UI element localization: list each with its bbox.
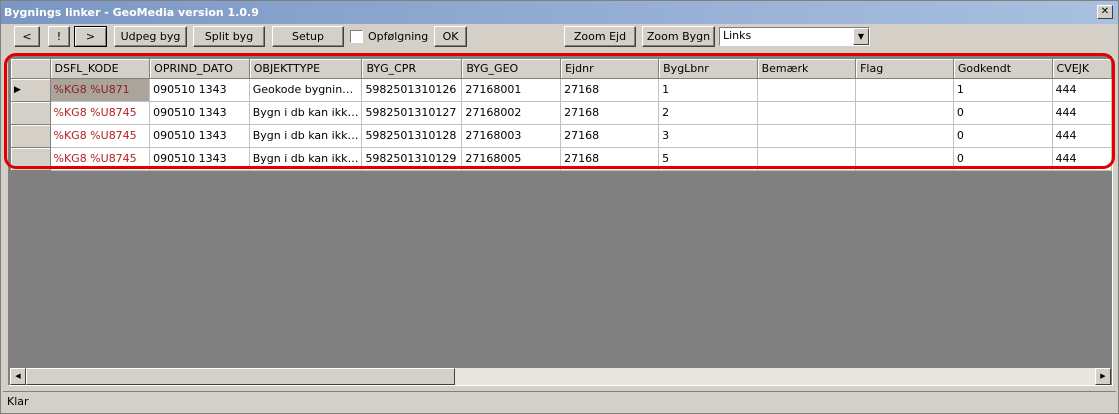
previous-button[interactable]: < [14, 26, 40, 47]
column-header[interactable]: OBJEKTTYPE [249, 59, 363, 79]
row-header[interactable] [11, 101, 51, 125]
chevron-down-icon[interactable]: ▼ [853, 28, 869, 45]
links-dropdown-value: Links [723, 29, 752, 42]
table-cell[interactable]: 27168 [560, 78, 660, 102]
column-header[interactable]: Ejdnr [560, 59, 660, 79]
column-header[interactable]: OPRIND_DATO [149, 59, 250, 79]
status-text: Klar [7, 395, 29, 408]
column-header[interactable]: BygLbnr [658, 59, 758, 79]
table-cell[interactable] [757, 124, 857, 148]
scroll-left-icon[interactable]: ◀ [10, 368, 26, 385]
table-cell[interactable]: 1 [953, 78, 1053, 102]
table-cell[interactable]: 0 [953, 101, 1053, 125]
table-cell[interactable]: 5982501310128 [361, 124, 463, 148]
exclamation-button[interactable]: ! [48, 26, 70, 47]
window-title: Bygnings linker - GeoMedia version 1.0.9 [4, 6, 259, 19]
scrollbar-thumb[interactable] [26, 368, 455, 385]
table-cell[interactable]: 5982501310127 [361, 101, 463, 125]
opfolgning-checkbox[interactable] [350, 30, 363, 43]
table-row[interactable]: %KG8 %U8745 090510 1343 Bygn i db kan ik… [11, 101, 1113, 125]
table-cell[interactable] [757, 78, 857, 102]
table-cell[interactable] [757, 147, 857, 171]
udpeg-byg-button[interactable]: Udpeg byg [114, 26, 187, 47]
column-header[interactable]: Bemærk [757, 59, 857, 79]
setup-button[interactable]: Setup [272, 26, 344, 47]
table-cell[interactable]: 444 [1052, 124, 1113, 148]
corner-header [11, 59, 51, 79]
table-cell[interactable]: 090510 1343 [149, 101, 250, 125]
table-cell[interactable]: Bygn i db kan ikk… [249, 147, 363, 171]
column-header[interactable]: Flag [855, 59, 954, 79]
app-window: Bygnings linker - GeoMedia version 1.0.9… [0, 0, 1119, 414]
table-cell[interactable]: 444 [1052, 101, 1113, 125]
scroll-right-icon[interactable]: ▶ [1095, 368, 1111, 385]
table-cell[interactable]: %KG8 %U8745 [50, 101, 151, 125]
table-cell[interactable]: %KG8 %U8745 [50, 124, 151, 148]
column-header[interactable]: BYG_GEO [461, 59, 562, 79]
table-cell[interactable] [855, 78, 954, 102]
split-byg-button[interactable]: Split byg [193, 26, 265, 47]
table-cell[interactable]: 090510 1343 [149, 78, 250, 102]
table-cell[interactable]: 5982501310129 [361, 147, 463, 171]
column-header[interactable]: BYG_CPR [361, 59, 463, 79]
table-cell[interactable]: 27168 [560, 124, 660, 148]
table-cell[interactable]: Bygn i db kan ikk… [249, 124, 363, 148]
table-cell[interactable] [855, 124, 954, 148]
next-button[interactable]: > [74, 26, 107, 47]
table-cell[interactable]: 5982501310126 [361, 78, 463, 102]
horizontal-scrollbar[interactable]: ◀ ▶ [10, 368, 1111, 385]
ok-button[interactable]: OK [434, 26, 467, 47]
table-cell[interactable]: 27168002 [461, 101, 562, 125]
table-cell[interactable]: Geokode bygnin… [249, 78, 363, 102]
header-row: DSFL_KODE OPRIND_DATO OBJEKTTYPE BYG_CPR… [11, 59, 1113, 79]
table-cell[interactable]: Bygn i db kan ikk… [249, 101, 363, 125]
table-cell[interactable] [757, 101, 857, 125]
table-cell[interactable]: 0 [953, 147, 1053, 171]
table-cell[interactable] [855, 101, 954, 125]
table-cell[interactable]: %KG8 %U871 [50, 78, 151, 102]
table-cell[interactable]: 27168 [560, 101, 660, 125]
toolbar: < ! > Udpeg byg Split byg Setup Opfølgni… [1, 24, 1118, 52]
data-grid[interactable]: DSFL_KODE OPRIND_DATO OBJEKTTYPE BYG_CPR… [8, 56, 1113, 386]
table-cell[interactable]: 27168003 [461, 124, 562, 148]
links-dropdown[interactable]: Links ▼ [719, 27, 870, 46]
status-bar: Klar [3, 391, 1116, 411]
opfolgning-label: Opfølgning [368, 30, 429, 43]
table-row[interactable]: %KG8 %U8745 090510 1343 Bygn i db kan ik… [11, 147, 1113, 171]
table-row[interactable]: ▶ %KG8 %U871 090510 1343 Geokode bygnin…… [11, 78, 1113, 102]
table-cell[interactable]: 3 [658, 124, 758, 148]
table-cell[interactable]: 1 [658, 78, 758, 102]
table-row[interactable]: %KG8 %U8745 090510 1343 Bygn i db kan ik… [11, 124, 1113, 148]
row-header[interactable] [11, 124, 51, 148]
close-icon[interactable]: ✕ [1097, 5, 1113, 19]
column-header[interactable]: CVEJK [1052, 59, 1113, 79]
data-table: DSFL_KODE OPRIND_DATO OBJEKTTYPE BYG_CPR… [11, 59, 1113, 171]
table-cell[interactable]: 444 [1052, 147, 1113, 171]
table-cell[interactable]: 444 [1052, 78, 1113, 102]
table-cell[interactable]: %KG8 %U8745 [50, 147, 151, 171]
table-cell[interactable]: 090510 1343 [149, 124, 250, 148]
column-header[interactable]: Godkendt [953, 59, 1053, 79]
current-row-indicator[interactable]: ▶ [11, 78, 51, 102]
zoom-bygn-button[interactable]: Zoom Bygn [642, 26, 715, 47]
table-cell[interactable]: 27168001 [461, 78, 562, 102]
table-cell[interactable]: 27168005 [461, 147, 562, 171]
zoom-ejd-button[interactable]: Zoom Ejd [564, 26, 636, 47]
table-cell[interactable]: 27168 [560, 147, 660, 171]
table-cell[interactable]: 090510 1343 [149, 147, 250, 171]
table-cell[interactable]: 5 [658, 147, 758, 171]
table-cell[interactable]: 0 [953, 124, 1053, 148]
title-bar: Bygnings linker - GeoMedia version 1.0.9… [1, 1, 1118, 24]
table-cell[interactable] [855, 147, 954, 171]
column-header[interactable]: DSFL_KODE [50, 59, 151, 79]
table-cell[interactable]: 2 [658, 101, 758, 125]
row-header[interactable] [11, 147, 51, 171]
